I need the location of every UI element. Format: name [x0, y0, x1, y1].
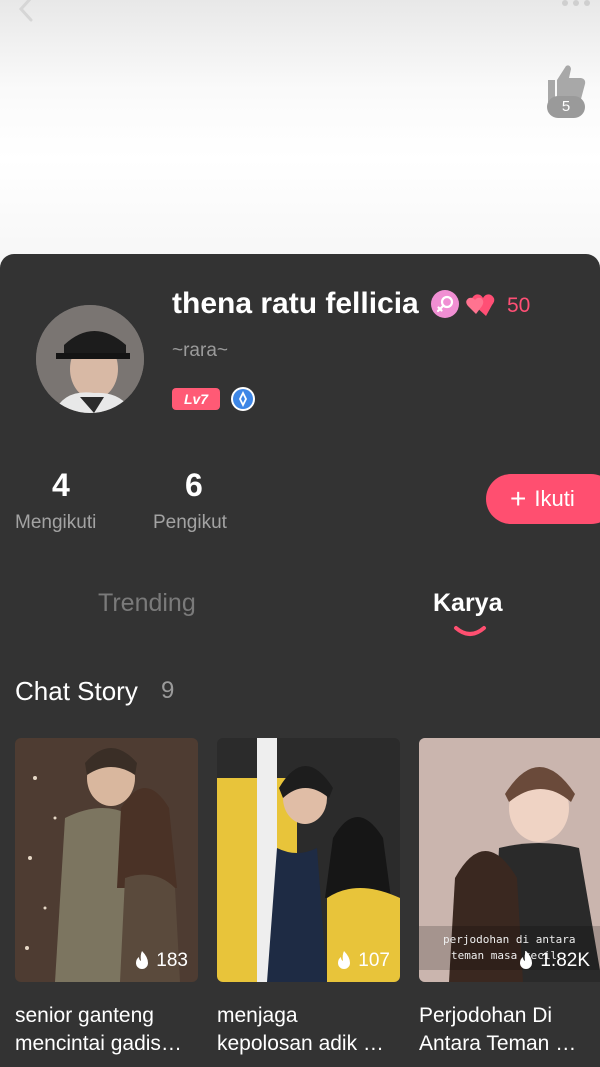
- story-card[interactable]: 107: [217, 738, 400, 982]
- section-count: 9: [161, 677, 175, 704]
- tab-karya[interactable]: Karya: [433, 589, 503, 618]
- section-title: Chat Story: [15, 676, 138, 706]
- story-title[interactable]: Perjodohan Di Antara Teman …: [419, 1002, 600, 1058]
- follow-label: Ikuti: [534, 486, 575, 511]
- profile-name: thena ratu fellicia: [172, 287, 419, 320]
- header-backdrop: [0, 0, 600, 270]
- more-dots-icon[interactable]: [562, 0, 590, 6]
- story-cover-image: [217, 738, 400, 982]
- plus-icon: +: [510, 483, 527, 514]
- play-count: 183: [133, 950, 188, 972]
- female-icon: [431, 290, 459, 318]
- hearts-count: 50: [507, 294, 531, 317]
- story-cover-image: [15, 738, 198, 982]
- like-count: 5: [547, 96, 585, 118]
- following-count[interactable]: 4: [52, 467, 70, 504]
- fire-icon: [520, 951, 533, 969]
- fire-icon: [136, 951, 149, 969]
- story-title[interactable]: senior ganteng mencintai gadis…: [15, 1002, 198, 1058]
- tab-trending[interactable]: Trending: [98, 589, 196, 618]
- level-badge: Lv7: [172, 388, 220, 410]
- following-label[interactable]: Mengikuti: [15, 512, 96, 534]
- profile-bio: ~rara~: [172, 340, 228, 361]
- follow-button[interactable]: + Ikuti: [486, 474, 600, 524]
- chevron-left-icon[interactable]: [12, 0, 42, 24]
- play-count: 1.82K: [517, 950, 590, 972]
- story-card[interactable]: perjodohan di antara teman masa kecil 1.…: [419, 738, 600, 982]
- followers-label[interactable]: Pengikut: [153, 512, 227, 534]
- story-title[interactable]: menjaga kepolosan adik …: [217, 1002, 400, 1058]
- avatar[interactable]: [36, 305, 144, 413]
- tab-active-indicator: [454, 626, 486, 636]
- medal-icon: [231, 387, 255, 411]
- followers-count[interactable]: 6: [185, 467, 203, 504]
- hearts-icon: [466, 294, 495, 316]
- story-card[interactable]: 183: [15, 738, 198, 982]
- play-count: 107: [335, 950, 390, 972]
- fire-icon: [338, 951, 351, 969]
